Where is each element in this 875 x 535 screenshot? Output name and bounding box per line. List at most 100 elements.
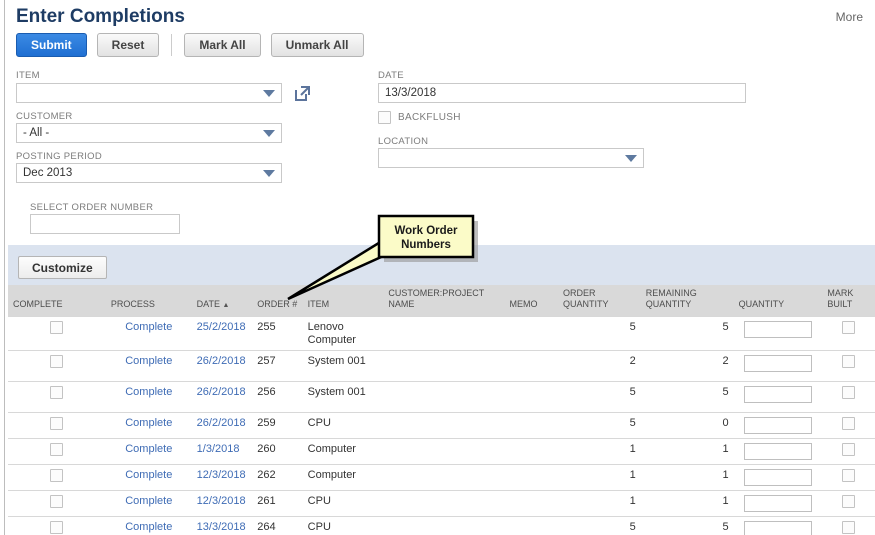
table-row: Complete 1/3/2018 260 Computer 1 1: [8, 438, 875, 465]
mark-built-checkbox[interactable]: [842, 469, 856, 482]
col-date[interactable]: DATE ▲: [191, 285, 253, 316]
customer-select[interactable]: - All -: [16, 123, 282, 143]
process-link[interactable]: Complete: [125, 321, 172, 333]
process-link[interactable]: Complete: [125, 521, 172, 533]
quantity-input[interactable]: [744, 417, 812, 434]
complete-checkbox[interactable]: [50, 443, 64, 456]
select-order-number-input[interactable]: [30, 214, 180, 234]
customer-project: [383, 464, 505, 491]
quantity-input[interactable]: [744, 521, 812, 535]
window-left-border: [4, 0, 5, 535]
memo: [504, 381, 558, 413]
remaining-quantity: 5: [640, 315, 734, 351]
chevron-down-icon: [263, 129, 275, 137]
remaining-quantity: 5: [640, 381, 734, 413]
unmark-all-button[interactable]: Unmark All: [270, 33, 364, 57]
date-link[interactable]: 26/2/2018: [197, 355, 246, 367]
customer-project: [383, 350, 505, 382]
col-remaining-quantity[interactable]: REMAINING QUANTITY: [640, 285, 734, 316]
process-link[interactable]: Complete: [125, 355, 172, 367]
quantity-input[interactable]: [744, 386, 812, 403]
mark-built-checkbox[interactable]: [842, 320, 856, 334]
date-link[interactable]: 12/3/2018: [197, 495, 246, 507]
process-link[interactable]: Complete: [125, 469, 172, 481]
table-header-row: COMPLETE PROCESS DATE ▲ ORDER # ITEM CUS…: [8, 285, 875, 316]
order-number: 264: [252, 516, 303, 535]
more-link[interactable]: More: [836, 10, 863, 24]
complete-checkbox[interactable]: [50, 355, 64, 368]
date-link[interactable]: 1/3/2018: [197, 443, 240, 455]
process-link[interactable]: Complete: [125, 443, 172, 455]
mark-built-checkbox[interactable]: [842, 417, 856, 430]
memo: [504, 516, 558, 535]
table-row: Complete 12/3/2018 262 Computer 1 1: [8, 464, 875, 491]
page-title: Enter Completions: [16, 6, 185, 27]
posting-period-label: POSTING PERIOD: [16, 151, 103, 162]
mark-built-checkbox[interactable]: [842, 355, 856, 368]
quantity-input[interactable]: [744, 355, 812, 372]
order-quantity: 1: [558, 490, 641, 517]
complete-checkbox[interactable]: [50, 495, 64, 508]
col-memo[interactable]: MEMO: [504, 285, 558, 316]
date-link[interactable]: 25/2/2018: [197, 321, 246, 333]
col-item[interactable]: ITEM: [302, 285, 384, 316]
customer-project: [383, 516, 505, 535]
process-link[interactable]: Complete: [125, 417, 172, 429]
date-link[interactable]: 12/3/2018: [197, 469, 246, 481]
remaining-quantity: 1: [640, 464, 734, 491]
item-name: CPU: [302, 490, 384, 517]
customer-project: [383, 490, 505, 517]
mark-built-checkbox[interactable]: [842, 386, 856, 399]
mark-built-checkbox[interactable]: [842, 443, 856, 456]
item-name: CPU: [302, 412, 384, 439]
quantity-input[interactable]: [744, 495, 812, 512]
date-input[interactable]: [378, 83, 746, 103]
col-order-number[interactable]: ORDER #: [252, 285, 303, 316]
location-select[interactable]: [378, 148, 644, 168]
remaining-quantity: 0: [640, 412, 734, 439]
process-link[interactable]: Complete: [125, 495, 172, 507]
customize-button[interactable]: Customize: [18, 256, 107, 279]
mark-built-checkbox[interactable]: [842, 521, 856, 534]
col-order-quantity[interactable]: ORDER QUANTITY: [558, 285, 641, 316]
table-row: Complete 13/3/2018 264 CPU 5 5: [8, 516, 875, 535]
quantity-input[interactable]: [744, 443, 812, 460]
complete-checkbox[interactable]: [50, 386, 64, 399]
col-quantity[interactable]: QUANTITY: [733, 285, 823, 316]
process-link[interactable]: Complete: [125, 386, 172, 398]
mark-all-button[interactable]: Mark All: [184, 33, 261, 57]
quantity-input[interactable]: [744, 469, 812, 486]
order-quantity: 2: [558, 350, 641, 382]
col-customer-project[interactable]: CUSTOMER:PROJECT NAME: [383, 285, 505, 316]
complete-checkbox[interactable]: [50, 521, 64, 534]
date-link[interactable]: 26/2/2018: [197, 386, 246, 398]
open-record-icon[interactable]: [294, 85, 311, 107]
complete-checkbox[interactable]: [50, 417, 64, 430]
order-quantity: 5: [558, 381, 641, 413]
item-name: Computer: [302, 438, 384, 465]
posting-period-select-value: Dec 2013: [23, 167, 73, 179]
submit-button[interactable]: Submit: [16, 33, 87, 57]
complete-checkbox[interactable]: [50, 320, 64, 334]
completions-table: COMPLETE PROCESS DATE ▲ ORDER # ITEM CUS…: [8, 285, 875, 535]
item-select[interactable]: [16, 83, 282, 103]
customer-select-value: - All -: [23, 127, 50, 139]
toolbar: Submit Reset Mark All Unmark All: [16, 33, 364, 57]
order-quantity: 5: [558, 412, 641, 439]
posting-period-select[interactable]: Dec 2013: [16, 163, 282, 183]
date-link[interactable]: 26/2/2018: [197, 417, 246, 429]
reset-button[interactable]: Reset: [96, 33, 160, 57]
table-row: Complete 25/2/2018 255 Lenovo Computer 5…: [8, 315, 875, 351]
backflush-checkbox[interactable]: [378, 111, 391, 124]
date-link[interactable]: 13/3/2018: [197, 521, 246, 533]
complete-checkbox[interactable]: [50, 469, 64, 482]
order-quantity: 5: [558, 516, 641, 535]
col-mark-built[interactable]: MARK BUILT: [822, 285, 875, 316]
mark-built-checkbox[interactable]: [842, 495, 856, 508]
customer-project: [383, 315, 505, 351]
quantity-input[interactable]: [744, 320, 812, 338]
toolbar-divider: [171, 34, 173, 56]
customer-project: [383, 381, 505, 413]
memo: [504, 490, 558, 517]
order-quantity: 1: [558, 464, 641, 491]
